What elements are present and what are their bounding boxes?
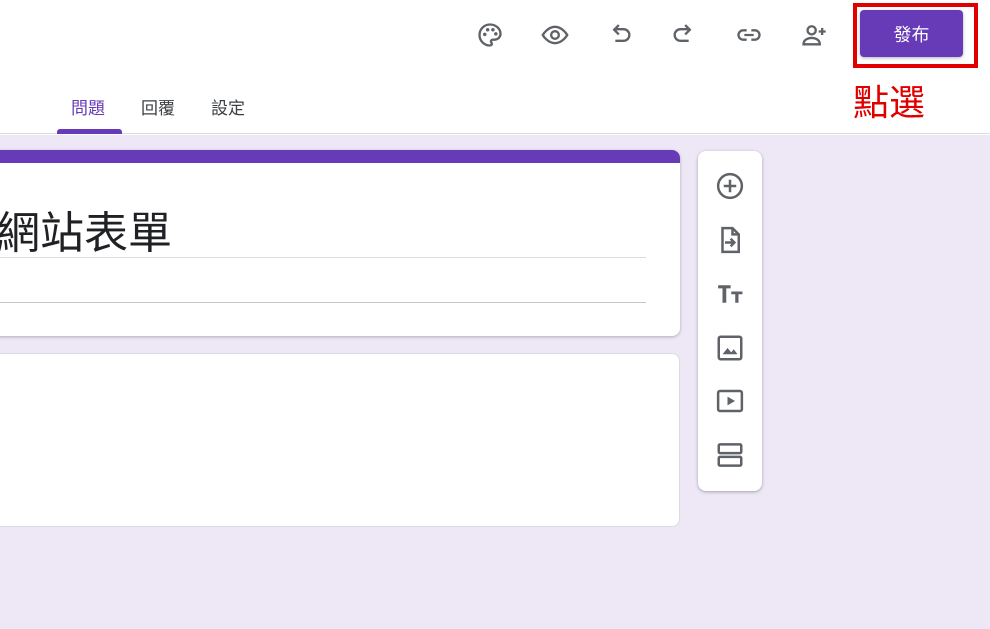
import-questions-icon[interactable]	[710, 220, 750, 260]
description-field[interactable]	[0, 302, 646, 303]
add-section-icon[interactable]	[710, 435, 750, 475]
add-collaborator-icon[interactable]	[794, 15, 834, 55]
undo-icon[interactable]	[600, 15, 640, 55]
form-title-card[interactable]: 網站表單	[0, 150, 680, 336]
publish-button[interactable]: 發布	[860, 10, 963, 57]
add-video-icon[interactable]	[710, 381, 750, 421]
active-tab-indicator	[57, 129, 122, 134]
add-question-icon[interactable]	[710, 166, 750, 206]
tab-questions[interactable]: 問題	[71, 96, 105, 122]
top-header: 發布 點選 問題 回覆 設定	[0, 0, 990, 134]
add-title-text-icon[interactable]	[710, 274, 750, 314]
form-editor-canvas: 網站表單	[0, 135, 990, 629]
side-toolbar	[698, 151, 762, 491]
question-card[interactable]	[0, 353, 680, 527]
redo-icon[interactable]	[664, 15, 704, 55]
tab-settings[interactable]: 設定	[211, 96, 245, 122]
form-title[interactable]: 網站表單	[0, 204, 172, 264]
palette-icon[interactable]	[470, 15, 510, 55]
add-image-icon[interactable]	[710, 328, 750, 368]
title-underline	[0, 257, 646, 258]
link-icon[interactable]	[729, 15, 769, 55]
click-annotation: 點選	[853, 83, 926, 124]
title-card-accent-bar	[0, 150, 680, 163]
tab-responses[interactable]: 回覆	[141, 96, 175, 122]
preview-eye-icon[interactable]	[535, 15, 575, 55]
